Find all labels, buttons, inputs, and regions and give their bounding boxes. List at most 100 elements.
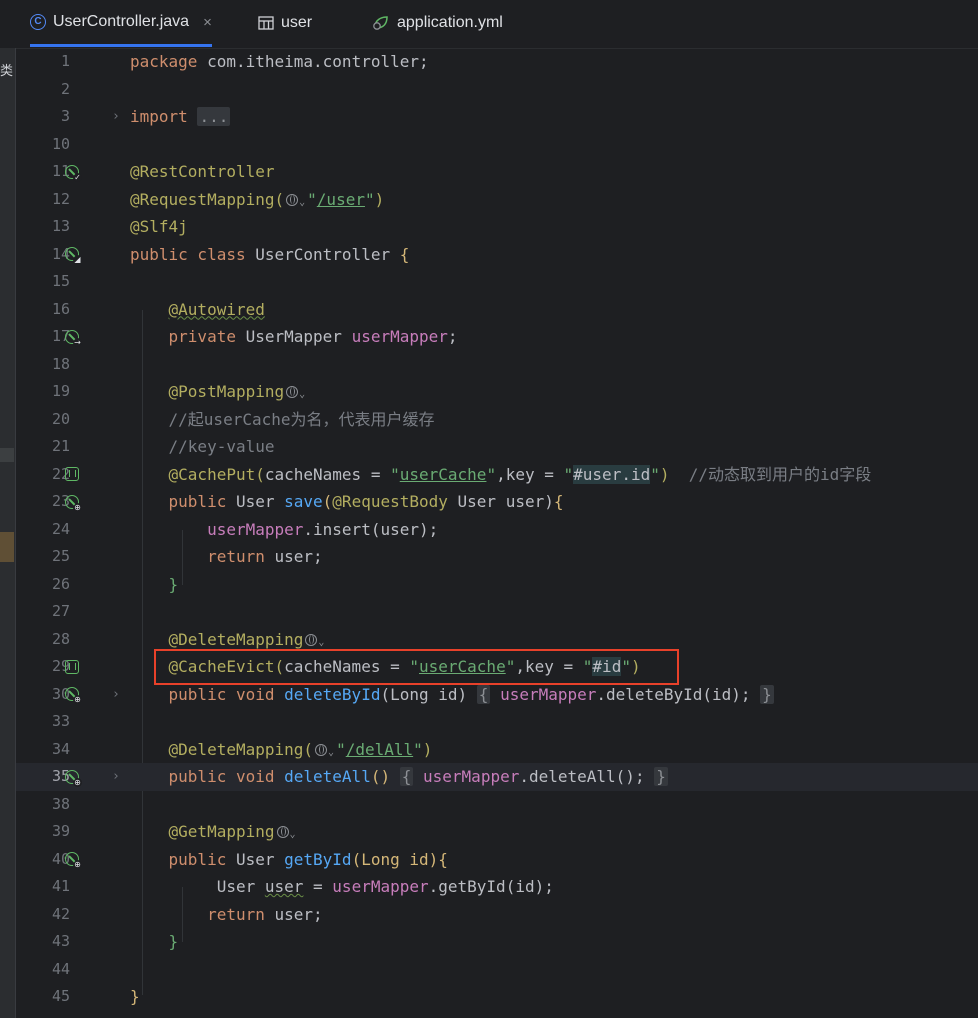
chevron-down-icon: ⌄ <box>318 636 325 648</box>
line-number: 13 <box>51 217 70 235</box>
code-text: public class UserController { <box>130 244 410 264</box>
autowired-gutter-icon[interactable]: → <box>62 323 82 351</box>
code-line: 27 <box>16 598 978 626</box>
line-number: 34 <box>51 739 70 758</box>
spring-bean-gutter-icon[interactable]: ◢ <box>62 241 82 269</box>
table-icon <box>258 16 274 30</box>
code-text: public User getById(Long id){ <box>168 849 448 869</box>
line-number: 42 <box>51 904 70 923</box>
line-number: 38 <box>51 794 70 813</box>
code-line: 17 → private UserMapper userMapper; <box>16 323 978 351</box>
code-line: 34 @DeleteMapping(⌄ "/delAll") <box>16 736 978 764</box>
cache-gutter-icon[interactable] <box>62 653 82 681</box>
vertical-scrollbar[interactable] <box>970 48 978 1018</box>
code-editor: C UserController.java × user application… <box>0 0 978 1018</box>
fold-chevron-icon[interactable]: › <box>112 103 120 131</box>
line-number: 25 <box>51 547 70 565</box>
code-text: @CachePut(cacheNames = "userCache",key =… <box>168 464 872 484</box>
line-number: 2 <box>60 79 70 98</box>
web-endpoint-gutter-icon[interactable]: ⊕ <box>62 846 82 874</box>
line-number: 39 <box>51 822 70 840</box>
web-endpoint-gutter-icon[interactable]: ⊕ <box>62 681 82 709</box>
line-number: 12 <box>51 189 70 208</box>
line-number: 27 <box>51 602 70 620</box>
code-line: 13 @Slf4j <box>16 213 978 241</box>
close-tab-icon[interactable]: × <box>203 14 212 31</box>
folded-imports[interactable]: ... <box>197 107 231 126</box>
code-text: //key-value <box>168 437 275 456</box>
code-text: @PostMapping ⌄ <box>168 382 306 401</box>
code-text: userMapper.insert(user); <box>207 519 439 539</box>
line-number: 19 <box>51 382 70 400</box>
editor-tab-bar: C UserController.java × user application… <box>0 0 978 49</box>
code-text: private UserMapper userMapper; <box>168 327 458 346</box>
chevron-down-icon: ⌄ <box>299 196 306 208</box>
line-number: 41 <box>51 877 70 895</box>
line-number: 15 <box>51 272 70 290</box>
line-number: 10 <box>51 134 70 153</box>
code-line: 39 @GetMapping ⌄ <box>16 818 978 846</box>
code-line: 18 <box>16 351 978 379</box>
code-text: @Autowired <box>168 299 265 319</box>
cache-gutter-icon[interactable] <box>62 461 82 489</box>
code-line: 43 } <box>16 928 978 956</box>
code-text: return user; <box>207 547 323 566</box>
line-number: 24 <box>51 519 70 538</box>
line-number: 44 <box>51 959 70 978</box>
code-line: 21 //key-value <box>16 433 978 461</box>
java-class-icon: C <box>30 14 46 30</box>
line-number: 21 <box>51 437 70 455</box>
clipped-text: 类 <box>0 63 14 78</box>
tab-usercontroller-java[interactable]: C UserController.java × <box>30 0 212 47</box>
side-tool-strip: 类 <box>0 48 16 1018</box>
code-line: 22 @CachePut(cacheNames = "userCache",ke… <box>16 461 978 489</box>
code-line: 26 } <box>16 571 978 599</box>
code-text: @GetMapping ⌄ <box>168 822 296 841</box>
code-line: 33 <box>16 708 978 736</box>
web-endpoint-gutter-icon[interactable]: ⊕ <box>62 488 82 516</box>
code-text: public void deleteAll() { userMapper.del… <box>168 767 668 786</box>
code-line: 19 @PostMapping ⌄ <box>16 378 978 406</box>
code-text: } <box>168 932 179 951</box>
code-line: 3 › import ... <box>16 103 978 131</box>
fold-chevron-icon[interactable]: › <box>112 763 120 791</box>
chevron-down-icon: ⌄ <box>299 389 306 400</box>
web-endpoint-gutter-icon[interactable]: ⊕ <box>62 763 82 791</box>
code-line: 15 <box>16 268 978 296</box>
chevron-down-icon: ⌄ <box>328 746 335 758</box>
spring-bean-gutter-icon[interactable]: ✓ <box>62 158 82 186</box>
code-line: 25 return user; <box>16 543 978 571</box>
tab-label: application.yml <box>397 14 503 31</box>
code-line: 16 @Autowired <box>16 296 978 324</box>
tab-application-yml[interactable]: application.yml <box>372 0 503 46</box>
code-line: 45 } <box>16 983 978 1011</box>
globe-icon <box>305 633 318 646</box>
tab-user[interactable]: user <box>258 0 312 46</box>
code-line-current: 35 ⊕ › public void deleteAll() { userMap… <box>16 763 978 791</box>
chevron-down-icon: ⌄ <box>289 829 296 840</box>
code-line: 40 ⊕ public User getById(Long id){ <box>16 846 978 874</box>
fold-chevron-icon[interactable]: › <box>112 681 120 709</box>
code-text: User user = userMapper.getById(id); <box>207 877 554 896</box>
highlight-box <box>154 649 679 685</box>
line-number: 26 <box>51 574 70 593</box>
code-text: @Slf4j <box>130 217 188 236</box>
code-area[interactable]: 1 package com.itheima.controller; 2 3 › … <box>16 48 978 1018</box>
globe-icon <box>286 386 299 398</box>
line-number: 3 <box>60 107 70 125</box>
code-text: } <box>130 987 140 1006</box>
line-number: 1 <box>60 52 70 70</box>
strip-marker <box>0 448 14 462</box>
code-line: 10 <box>16 131 978 159</box>
tab-label: UserController.java <box>53 13 190 30</box>
code-text: import ... <box>130 107 231 126</box>
code-line: 14 ◢ public class UserController { <box>16 241 978 269</box>
code-text: public User save(@RequestBody User user)… <box>168 492 564 511</box>
code-line: 2 <box>16 76 978 104</box>
line-number: 45 <box>51 987 70 1005</box>
code-text: return user; <box>207 904 323 924</box>
code-text: //起userCache为名，代表用户缓存 <box>168 409 435 429</box>
code-text: } <box>168 574 179 594</box>
code-line: 23 ⊕ public User save(@RequestBody User … <box>16 488 978 516</box>
code-text: @RequestMapping(⌄ "/user") <box>130 189 385 209</box>
